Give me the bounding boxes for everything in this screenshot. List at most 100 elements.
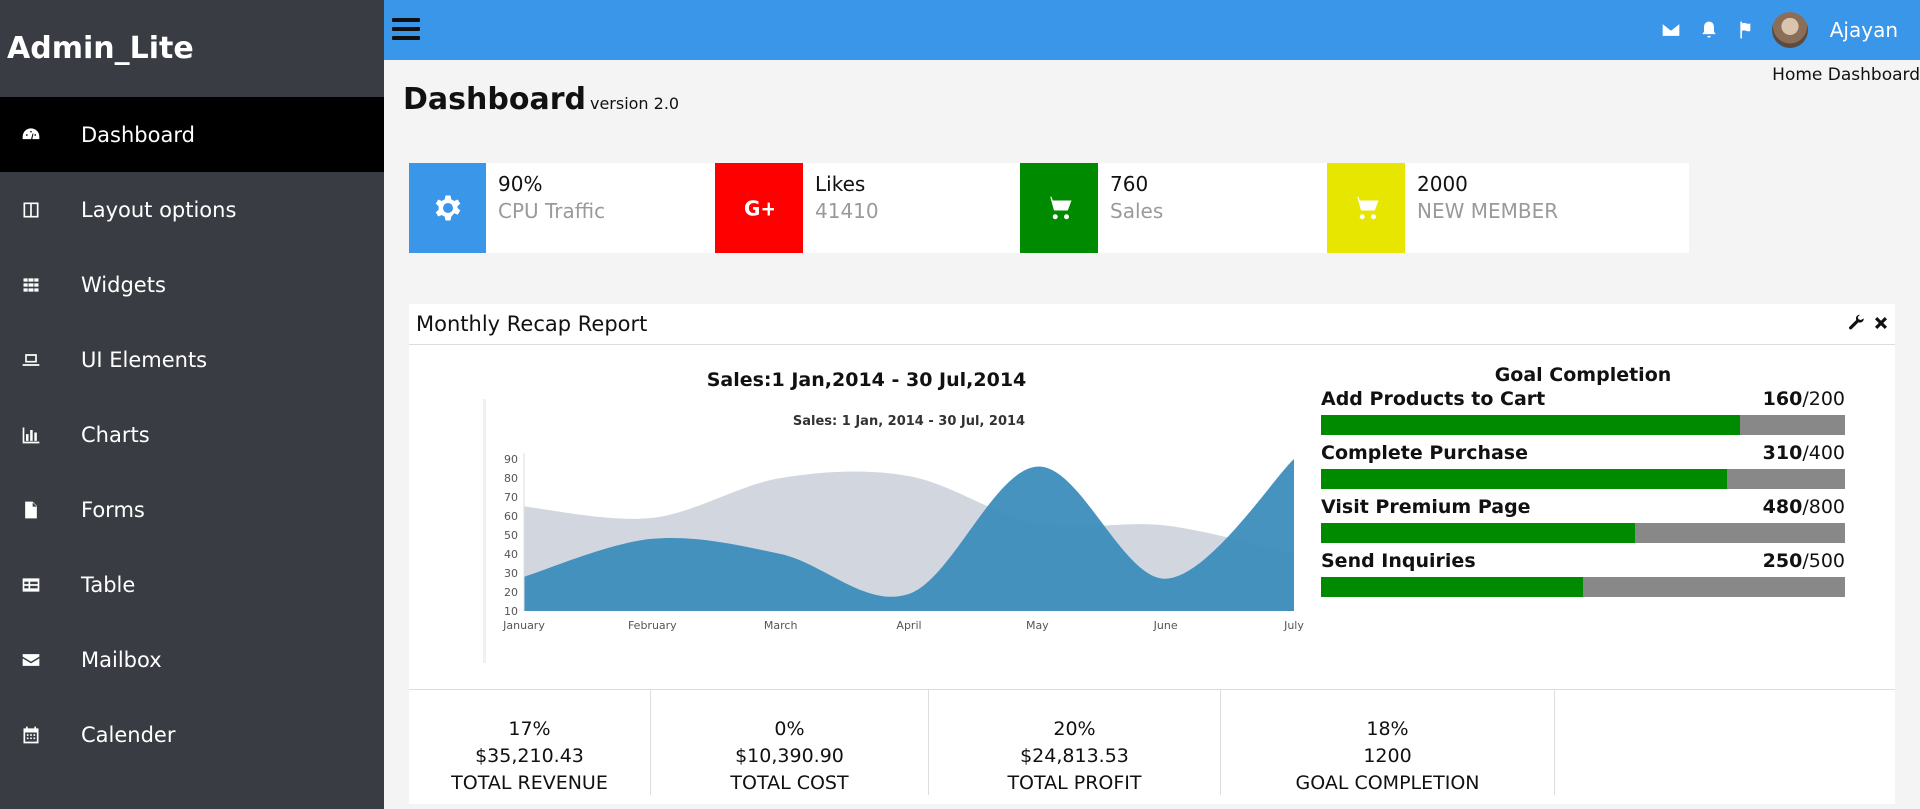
cart-icon — [1352, 196, 1379, 220]
stat-label: GOAL COMPLETION — [1295, 772, 1480, 794]
chart-title: Sales: 1 Jan, 2014 - 30 Jul, 2014 — [793, 414, 1025, 429]
y-tick-label: 50 — [504, 529, 518, 542]
sidebar: Admin_Lite Dashboard Layout options Widget… — [0, 0, 384, 809]
avatar[interactable] — [1771, 12, 1808, 48]
card-icon-box — [1020, 163, 1098, 253]
close-icon[interactable] — [1872, 314, 1890, 332]
top-navbar: Ajayan — [384, 0, 1920, 60]
sidebar-item-label: UI Elements — [81, 347, 208, 372]
box-title: Monthly Recap Report — [416, 312, 648, 336]
goal-name: Add Products to Cart — [1321, 388, 1546, 410]
goal-total: /400 — [1802, 442, 1845, 464]
sidebar-item-label: Charts — [81, 422, 150, 447]
card-value: 760 — [1110, 172, 1149, 196]
envelope-icon[interactable] — [1652, 0, 1690, 60]
svg-text:G+: G+ — [744, 197, 774, 221]
bell-icon[interactable] — [1690, 0, 1728, 60]
sales-chart: Sales: 1 Jan, 2014 - 30 Jul, 2014 10 20 30 4… — [483, 399, 1304, 663]
sidebar-item-calender[interactable]: Calender — [0, 697, 384, 772]
wrench-icon[interactable] — [1848, 314, 1866, 332]
sidebar-item-charts[interactable]: Charts — [0, 397, 384, 472]
sidebar-nav: Dashboard Layout options Widgets UI Element… — [0, 97, 384, 772]
x-tick-label: July — [1283, 619, 1304, 632]
stat-block: 0% $10,390.90 TOTAL COST — [651, 690, 929, 795]
stat-amount: 1200 — [1363, 745, 1412, 767]
sidebar-item-mailbox[interactable]: Mailbox — [0, 622, 384, 697]
goal-list: Add Products to Cart 160/200 Complete Purc… — [1321, 388, 1845, 604]
sidebar-item-label: Dashboard — [81, 122, 195, 147]
breadcrumb-home[interactable]: Home — [1772, 65, 1822, 85]
stat-label: TOTAL REVENUE — [451, 772, 608, 794]
monthly-report-box: Monthly Recap Report Sales:1 Jan,2014 - … — [409, 304, 1895, 804]
goal-total: /800 — [1802, 496, 1845, 518]
sidebar-item-ui-elements[interactable]: UI Elements — [0, 322, 384, 397]
card-label: CPU Traffic — [498, 199, 606, 223]
y-tick-label: 10 — [504, 605, 518, 618]
grid-icon — [0, 275, 81, 295]
card-icon-box — [1327, 163, 1405, 253]
goal-value: 160/200 — [1763, 388, 1845, 410]
sidebar-item-label: Table — [81, 572, 136, 597]
sidebar-item-widgets[interactable]: Widgets — [0, 247, 384, 322]
stat-percent: 0% — [774, 718, 805, 740]
stat-amount: $10,390.90 — [735, 745, 844, 767]
username[interactable]: Ajayan — [1830, 18, 1898, 42]
navbar-right: Ajayan — [1652, 0, 1920, 60]
goal-progress-bar — [1321, 415, 1845, 435]
sidebar-item-dashboard[interactable]: Dashboard — [0, 97, 384, 172]
calendar-icon — [0, 725, 81, 745]
card-icon-box — [409, 163, 486, 253]
info-cards: 90% CPU Traffic G+ Likes 41410 760 Sales 2000 NE… — [409, 163, 1895, 253]
x-tick-label: May — [1026, 619, 1049, 632]
cart-icon — [1045, 196, 1072, 220]
goal-total: /200 — [1802, 388, 1845, 410]
dashboard-icon — [0, 125, 81, 145]
card-label: Sales — [1110, 199, 1164, 223]
goal-done: 250 — [1762, 550, 1803, 572]
goal-name: Visit Premium Page — [1321, 496, 1531, 518]
gear-icon — [435, 195, 460, 221]
y-tick-label: 40 — [504, 548, 518, 561]
goal-row: Add Products to Cart 160/200 — [1321, 388, 1845, 442]
goal-done: 160 — [1762, 388, 1803, 410]
stat-percent: 20% — [1053, 718, 1096, 740]
goal-progress-bar — [1321, 577, 1845, 597]
goal-done: 310 — [1762, 442, 1803, 464]
page-subtitle: version 2.0 — [589, 94, 680, 113]
layout-icon — [0, 200, 81, 220]
goal-progress-fill — [1321, 469, 1728, 489]
goal-row: Send Inquiries 250/500 — [1321, 550, 1845, 604]
box-tools — [1848, 314, 1890, 332]
page-title-text: Dashboard — [403, 82, 586, 117]
goal-value: 250/500 — [1763, 550, 1845, 572]
goal-row: Complete Purchase 310/400 — [1321, 442, 1845, 496]
goal-done: 480 — [1762, 496, 1803, 518]
menu-toggle-icon[interactable] — [392, 18, 420, 42]
goal-progress-fill — [1321, 523, 1636, 543]
sidebar-item-label: Mailbox — [81, 647, 162, 672]
stat-label: TOTAL PROFIT — [1007, 772, 1142, 794]
goal-name: Send Inquiries — [1321, 550, 1476, 572]
sidebar-item-label: Layout options — [81, 197, 237, 222]
sidebar-item-table[interactable]: Table — [0, 547, 384, 622]
sidebar-item-forms[interactable]: Forms — [0, 472, 384, 547]
card-value: 90% — [498, 172, 543, 196]
goal-completion: Goal Completion Add Products to Cart 160/… — [1321, 364, 1845, 604]
stat-block: 17% $35,210.43 TOTAL REVENUE — [409, 690, 651, 795]
laptop-icon — [0, 350, 81, 370]
card-icon-box: G+ — [715, 163, 803, 253]
box-header: Monthly Recap Report — [409, 304, 1895, 345]
stat-label: TOTAL COST — [730, 772, 849, 794]
sidebar-item-layout-options[interactable]: Layout options — [0, 172, 384, 247]
goal-progress-fill — [1321, 577, 1583, 597]
flag-icon[interactable] — [1728, 0, 1766, 60]
goal-total: /500 — [1802, 550, 1845, 572]
brand-logo[interactable]: Admin_Lite — [0, 0, 384, 97]
sidebar-item-label: Widgets — [81, 272, 166, 297]
stat-percent: 18% — [1366, 718, 1409, 740]
goal-row: Visit Premium Page 480/800 — [1321, 496, 1845, 550]
chart-heading: Sales:1 Jan,2014 - 30 Jul,2014 — [706, 369, 1027, 391]
stat-amount: $35,210.43 — [475, 745, 584, 767]
bar-chart-icon — [0, 425, 81, 445]
card-value: 2000 — [1417, 172, 1468, 196]
